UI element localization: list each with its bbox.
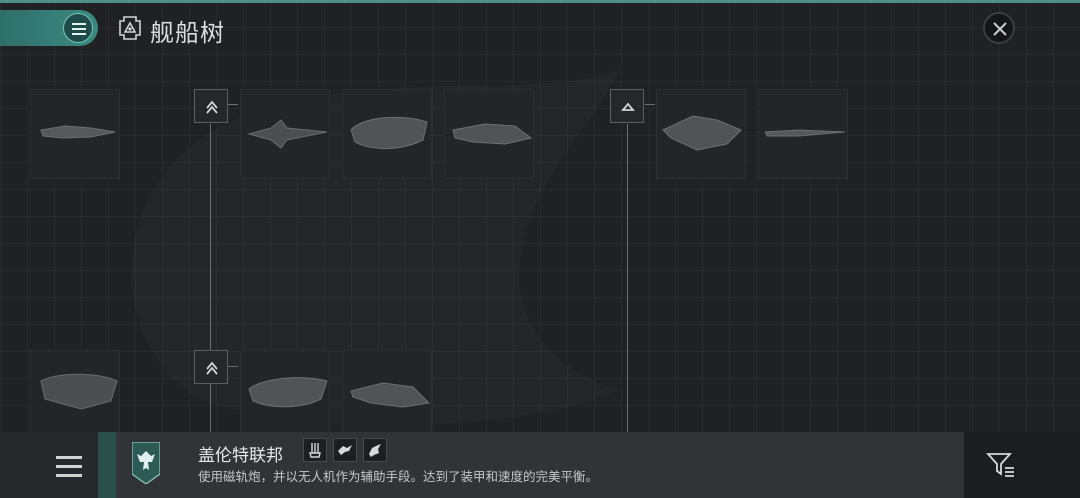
ship-tree-screen: 舰船树	[0, 0, 1080, 498]
tag-drone	[333, 438, 357, 462]
faction-name: 盖伦特联邦	[198, 446, 283, 466]
bottom-bar: 盖伦特联邦 使用磁轨炮，并以无人机作为辅助手段。达到了装甲和速度的完美平衡。	[0, 432, 1080, 498]
triangle-up-icon	[621, 102, 635, 111]
tree-connector	[228, 104, 238, 105]
ship-card[interactable]	[240, 350, 330, 440]
chevron-up-double-icon	[206, 361, 218, 375]
branch-upgrade-button[interactable]	[194, 350, 228, 384]
panel-accent	[98, 432, 116, 498]
ship-card[interactable]	[342, 89, 432, 179]
ship-card[interactable]	[30, 350, 120, 440]
list-icon	[63, 13, 93, 43]
chevron-up-double-icon	[206, 100, 218, 114]
bird-icon	[369, 444, 381, 457]
filter-button[interactable]	[964, 432, 1080, 498]
branch-upgrade-button[interactable]	[610, 89, 644, 123]
ship-card[interactable]	[342, 350, 432, 440]
ship-silhouette-icon	[350, 382, 431, 408]
tree-connector	[627, 124, 628, 432]
branch-upgrade-button[interactable]	[194, 89, 228, 123]
faction-info-panel[interactable]: 盖伦特联邦 使用磁轨炮，并以无人机作为辅助手段。达到了装甲和速度的完美平衡。	[98, 432, 964, 498]
ship-silhouette-icon	[452, 123, 533, 145]
railgun-icon	[309, 443, 321, 458]
ship-silhouette-icon	[350, 116, 428, 150]
eagle-emblem-icon	[132, 442, 160, 484]
ship-card[interactable]	[656, 89, 746, 179]
ship-card[interactable]	[30, 89, 120, 179]
drone-icon	[338, 445, 352, 455]
close-icon	[993, 22, 1007, 36]
hamburger-menu-button[interactable]	[46, 452, 94, 482]
ship-tree-icon	[119, 16, 141, 40]
tree-connector	[210, 124, 211, 352]
ship-card[interactable]	[758, 89, 848, 179]
filter-icon	[986, 453, 1014, 477]
tree-connector	[228, 366, 238, 367]
ship-silhouette-icon	[662, 115, 742, 151]
top-accent-line	[0, 0, 1080, 3]
tree-connector	[210, 384, 211, 432]
ship-silhouette-icon	[764, 129, 846, 137]
close-button[interactable]	[983, 12, 1015, 44]
ship-card[interactable]	[444, 89, 534, 179]
menu-button[interactable]	[0, 10, 98, 46]
ship-silhouette-icon	[247, 119, 328, 149]
tag-railgun	[303, 438, 327, 462]
page-title: 舰船树	[150, 19, 225, 47]
ship-silhouette-icon	[40, 125, 116, 139]
ship-card[interactable]	[240, 89, 330, 179]
tag-bird	[363, 438, 387, 462]
faction-description: 使用磁轨炮，并以无人机作为辅助手段。达到了装甲和速度的完美平衡。	[198, 469, 599, 484]
ship-silhouette-icon	[40, 373, 118, 410]
tree-connector	[645, 104, 655, 105]
ship-silhouette-icon	[248, 377, 328, 408]
